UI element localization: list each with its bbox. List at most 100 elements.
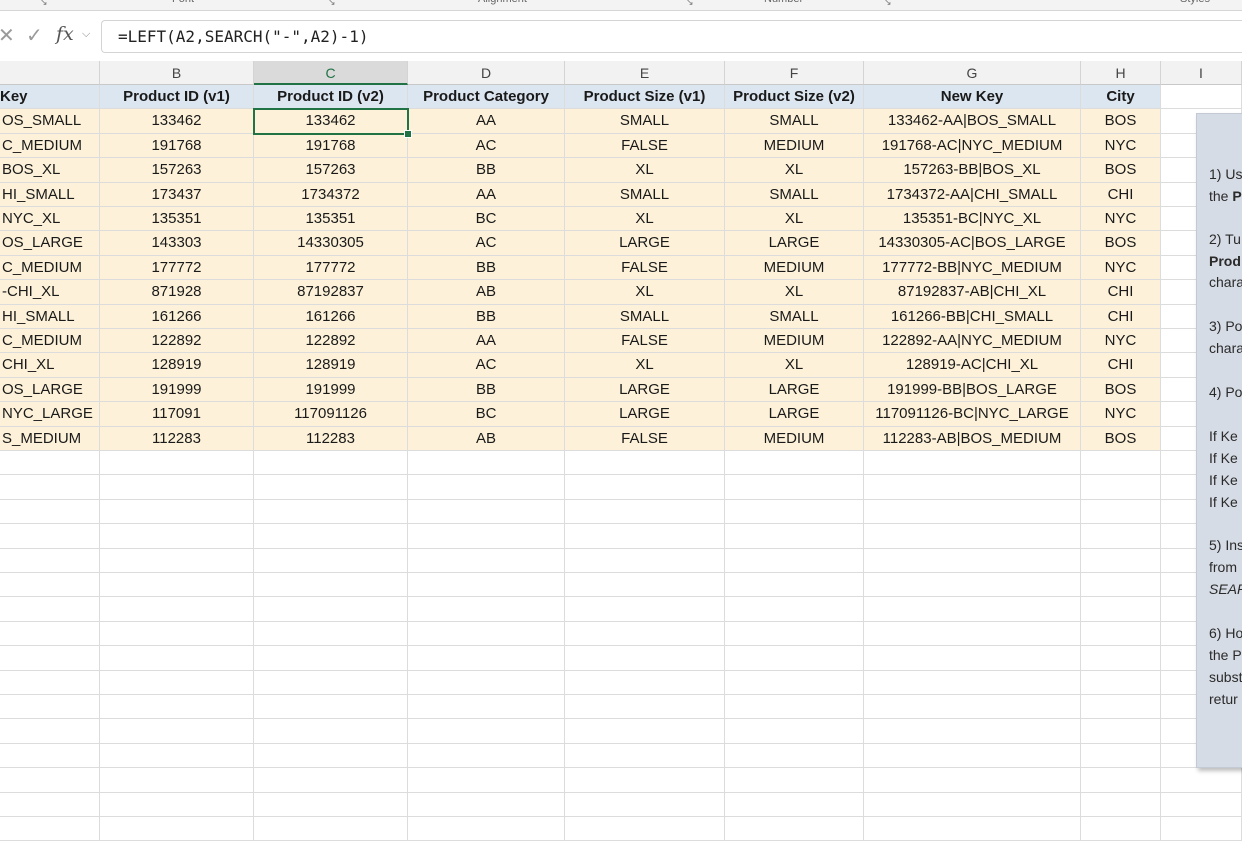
worksheet-grid[interactable]: B C D E F G H I Key Product ID (v1) Product ID (v2… [0,61,1242,841]
empty-cell[interactable] [0,597,100,622]
table-cell[interactable]: XL [565,207,725,232]
table-cell[interactable]: OS_LARGE [0,377,100,403]
empty-cell[interactable] [565,719,725,744]
table-cell[interactable]: 117091126-BC|NYC_LARGE [864,402,1081,427]
empty-cell[interactable] [725,475,864,500]
empty-cell[interactable] [100,695,254,720]
empty-cell[interactable] [254,573,408,598]
empty-cell[interactable] [1081,719,1161,744]
empty-cell[interactable] [0,451,100,476]
column-header-b[interactable]: B [100,61,254,85]
table-cell[interactable]: BOS [1081,377,1161,403]
table-cell[interactable]: 128919-AC|CHI_XL [864,353,1081,378]
table-cell[interactable]: XL [565,353,725,378]
table-cell[interactable]: FALSE [565,133,725,159]
empty-cell[interactable] [565,646,725,671]
empty-cell[interactable] [408,646,565,671]
table-cell[interactable]: AB [408,426,565,451]
table-header-cell[interactable]: Product ID (v1) [100,85,254,110]
table-cell[interactable]: 14330305-AC|BOS_LARGE [864,231,1081,256]
table-cell[interactable]: 112283 [100,426,254,451]
table-cell[interactable]: SMALL [565,304,725,329]
empty-cell[interactable] [0,475,100,500]
empty-cell[interactable] [864,817,1081,841]
table-header-cell[interactable]: Product Category [408,85,565,110]
table-cell[interactable]: 191999-BB|BOS_LARGE [864,377,1081,403]
column-header-f[interactable]: F [725,61,864,85]
table-cell[interactable]: SMALL [565,109,725,134]
empty-cell[interactable] [0,548,100,573]
empty-cell[interactable] [565,524,725,549]
empty-cell[interactable] [1081,817,1161,841]
column-header-i[interactable]: I [1161,61,1242,85]
table-cell[interactable]: 191768 [100,133,254,159]
table-cell[interactable]: BB [408,158,565,183]
table-cell[interactable]: BOS [1081,158,1161,183]
empty-cell[interactable] [408,499,565,525]
empty-cell[interactable] [0,817,100,841]
empty-cell[interactable] [565,695,725,720]
empty-cell[interactable] [0,573,100,598]
empty-cell[interactable] [864,573,1081,598]
empty-cell[interactable] [1081,670,1161,695]
table-cell[interactable]: BC [408,207,565,232]
empty-cell[interactable] [254,768,408,793]
empty-cell[interactable] [254,475,408,500]
empty-cell[interactable] [254,743,408,769]
table-cell[interactable]: 177772 [100,255,254,281]
empty-cell[interactable] [100,719,254,744]
table-cell[interactable]: FALSE [565,329,725,354]
empty-cell[interactable] [254,719,408,744]
table-cell[interactable]: 177772-BB|NYC_MEDIUM [864,255,1081,281]
empty-cell[interactable] [408,451,565,476]
table-cell[interactable]: NYC_XL [0,207,100,232]
table-cell[interactable]: LARGE [565,231,725,256]
empty-cell[interactable] [1081,646,1161,671]
table-cell[interactable]: C_MEDIUM [0,329,100,354]
table-cell[interactable]: XL [565,280,725,305]
empty-cell[interactable] [0,499,100,525]
table-cell[interactable]: S_MEDIUM [0,426,100,451]
table-cell[interactable]: XL [725,158,864,183]
table-cell[interactable]: 14330305 [254,231,408,256]
table-cell[interactable]: BOS [1081,109,1161,134]
dialog-launcher-icon[interactable]: ↘ [884,0,892,8]
table-cell[interactable]: SMALL [565,182,725,207]
column-header-d[interactable]: D [408,61,565,85]
table-cell[interactable]: 112283 [254,426,408,451]
table-cell[interactable]: CHI [1081,182,1161,207]
empty-cell[interactable] [565,597,725,622]
table-cell[interactable]: NYC [1081,329,1161,354]
empty-cell[interactable] [1161,85,1242,110]
empty-cell[interactable] [0,792,100,817]
empty-cell[interactable] [100,768,254,793]
table-cell[interactable]: OS_LARGE [0,231,100,256]
empty-cell[interactable] [864,646,1081,671]
empty-cell[interactable] [864,621,1081,647]
empty-cell[interactable] [408,573,565,598]
empty-cell[interactable] [725,499,864,525]
empty-cell[interactable] [254,499,408,525]
empty-cell[interactable] [864,597,1081,622]
table-cell[interactable]: CHI [1081,280,1161,305]
table-cell[interactable]: SMALL [725,304,864,329]
empty-cell[interactable] [254,792,408,817]
empty-cell[interactable] [1081,597,1161,622]
table-cell[interactable]: 161266 [254,304,408,329]
check-icon[interactable]: ✓ [26,23,43,48]
empty-cell[interactable] [254,548,408,573]
table-cell[interactable]: 128919 [100,353,254,378]
empty-cell[interactable] [1081,768,1161,793]
empty-cell[interactable] [725,792,864,817]
empty-cell[interactable] [408,524,565,549]
table-cell[interactable]: 191999 [100,377,254,403]
empty-cell[interactable] [408,670,565,695]
empty-cell[interactable] [1161,792,1242,817]
empty-cell[interactable] [100,817,254,841]
table-cell[interactable]: NYC_LARGE [0,402,100,427]
table-cell[interactable]: FALSE [565,426,725,451]
empty-cell[interactable] [408,768,565,793]
empty-cell[interactable] [408,548,565,573]
table-cell[interactable]: 117091126 [254,402,408,427]
table-cell[interactable]: BB [408,377,565,403]
